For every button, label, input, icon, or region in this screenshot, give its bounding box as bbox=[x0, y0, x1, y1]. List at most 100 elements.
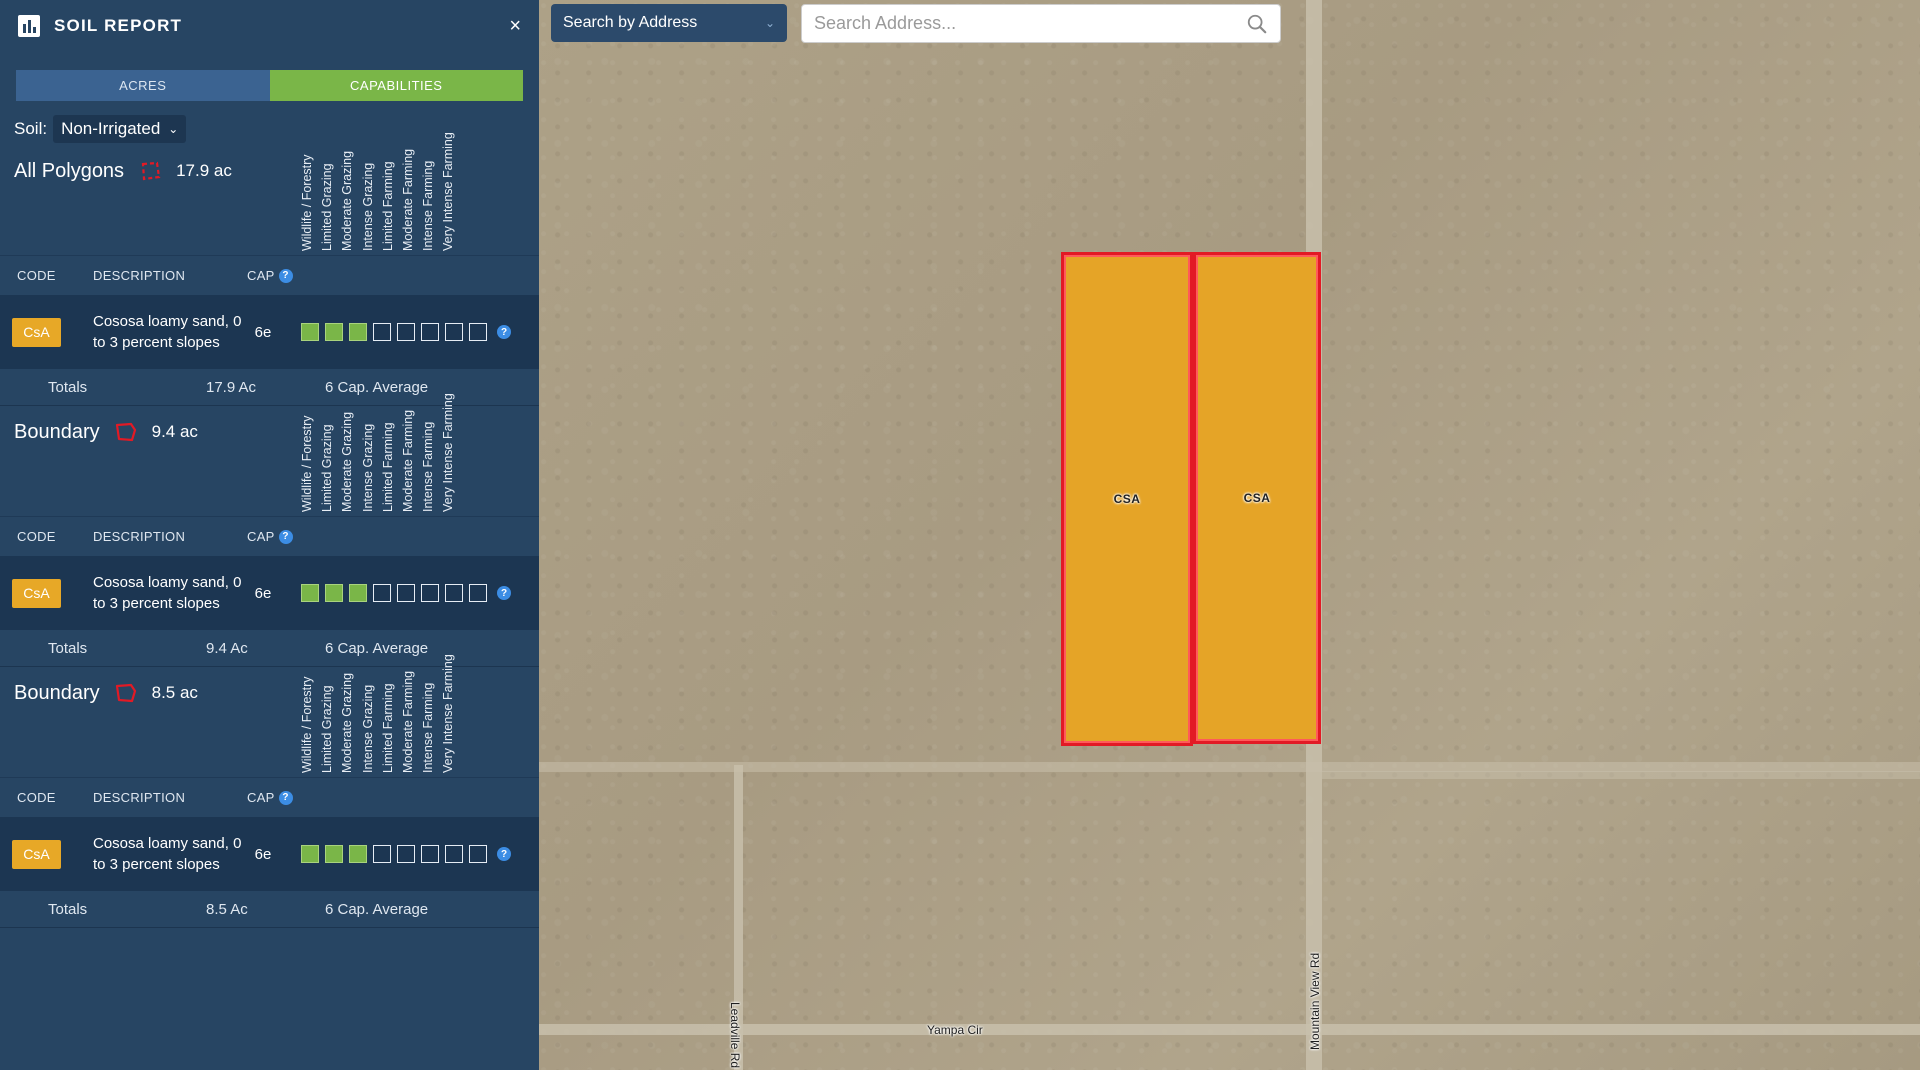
capability-column-header: Limited Farming bbox=[380, 683, 395, 773]
capability-box bbox=[421, 323, 439, 341]
soil-label: Soil: bbox=[14, 119, 48, 138]
capability-column-header: Very Intense Farming bbox=[441, 393, 456, 512]
capability-box bbox=[469, 323, 487, 341]
help-icon[interactable]: ? bbox=[497, 586, 511, 600]
tab-capabilities[interactable]: CAPABILITIES bbox=[269, 70, 523, 101]
capability-box bbox=[373, 845, 391, 863]
capability-column-header: Intense Grazing bbox=[360, 684, 375, 773]
soil-code-badge: CsA bbox=[12, 317, 61, 347]
soil-type-dropdown[interactable]: Non-Irrigated ⌄ bbox=[53, 115, 187, 143]
capability-box bbox=[397, 584, 415, 602]
capability-box bbox=[325, 323, 343, 341]
col-cap-label: CAP bbox=[247, 790, 275, 805]
soil-cap-value: 6e bbox=[254, 323, 272, 341]
soil-group: Boundary 8.5 ac Wildlife / Forestry Limit… bbox=[0, 654, 539, 928]
parcel-polygon[interactable]: CSA bbox=[1061, 252, 1193, 746]
help-icon[interactable]: ? bbox=[497, 325, 511, 339]
soil-row: CsA Cososa loamy sand, 0 to 3 percent sl… bbox=[0, 817, 539, 891]
totals-label: Totals bbox=[48, 378, 88, 396]
capability-box bbox=[421, 584, 439, 602]
soil-group: All Polygons 17.9 ac Wildlife / Forestry… bbox=[0, 132, 539, 406]
capability-column-header: Wildlife / Forestry bbox=[300, 154, 314, 251]
panel-header: SOIL REPORT × bbox=[0, 0, 539, 52]
panel-title: SOIL REPORT bbox=[54, 16, 183, 35]
search-mode-dropdown[interactable]: Search by Address ⌄ bbox=[551, 4, 787, 42]
totals-label: Totals bbox=[48, 639, 88, 657]
capability-column-header: Wildlife / Forestry bbox=[300, 676, 314, 773]
capability-column-header: Moderate Grazing bbox=[340, 150, 355, 251]
soil-report-panel: SOIL REPORT × ACRES CAPABILITIES Soil: N… bbox=[0, 0, 539, 1070]
column-headers: CODE DESCRIPTION CAP ? bbox=[0, 777, 539, 817]
soil-row: CsA Cososa loamy sand, 0 to 3 percent sl… bbox=[0, 556, 539, 630]
column-headers: CODE DESCRIPTION CAP ? bbox=[0, 516, 539, 556]
col-description: DESCRIPTION bbox=[93, 529, 186, 544]
capability-box bbox=[301, 584, 319, 602]
soil-cap-value: 6e bbox=[254, 584, 272, 602]
capability-column-header: Intense Farming bbox=[421, 421, 436, 512]
capability-column-header: Moderate Farming bbox=[401, 148, 415, 251]
capability-box bbox=[469, 584, 487, 602]
street-label-mountain: Mountain View Rd bbox=[1308, 952, 1322, 1050]
capability-column-header: Moderate Farming bbox=[401, 670, 415, 773]
soil-group: Boundary 9.4 ac Wildlife / Forestry Limit… bbox=[0, 393, 539, 667]
report-tabs: ACRES CAPABILITIES bbox=[16, 70, 523, 101]
capability-box bbox=[349, 323, 367, 341]
capability-column-header: Wildlife / Forestry bbox=[300, 415, 314, 512]
help-icon[interactable]: ? bbox=[278, 268, 293, 283]
capability-column-header: Limited Grazing bbox=[320, 424, 335, 512]
group-header: Boundary 9.4 ac Wildlife / Forestry Limit… bbox=[0, 393, 539, 516]
capability-box bbox=[445, 584, 463, 602]
capability-column-header: Intense Farming bbox=[421, 160, 436, 251]
capability-column-header: Limited Grazing bbox=[320, 163, 335, 251]
group-acres: 8.5 ac bbox=[151, 683, 198, 702]
capability-boxes bbox=[301, 323, 487, 341]
col-cap-label: CAP bbox=[247, 268, 275, 283]
capability-box bbox=[373, 323, 391, 341]
search-input[interactable] bbox=[814, 13, 1246, 34]
capability-box bbox=[301, 845, 319, 863]
close-icon[interactable]: × bbox=[509, 16, 521, 36]
soil-description: Cososa loamy sand, 0 to 3 percent slopes bbox=[93, 313, 242, 351]
capability-box bbox=[445, 845, 463, 863]
soil-description: Cososa loamy sand, 0 to 3 percent slopes bbox=[93, 574, 242, 612]
tab-acres[interactable]: ACRES bbox=[16, 70, 270, 101]
capability-column-header: Limited Farming bbox=[380, 161, 395, 251]
soil-groups: All Polygons 17.9 ac Wildlife / Forestry… bbox=[0, 132, 539, 928]
all-polygons-icon bbox=[141, 161, 161, 181]
road bbox=[1322, 771, 1920, 779]
col-code: CODE bbox=[17, 790, 56, 805]
capability-headers: Wildlife / Forestry Limited Grazing Modera… bbox=[300, 393, 500, 512]
capability-boxes bbox=[301, 584, 487, 602]
chevron-down-icon: ⌄ bbox=[168, 122, 179, 136]
capability-box bbox=[445, 323, 463, 341]
capability-box bbox=[325, 845, 343, 863]
help-icon[interactable]: ? bbox=[278, 790, 293, 805]
group-name: All Polygons bbox=[14, 159, 125, 182]
column-headers: CODE DESCRIPTION CAP ? bbox=[0, 255, 539, 295]
capability-column-header: Limited Farming bbox=[380, 422, 395, 512]
boundary-polygon-icon bbox=[115, 683, 136, 703]
parcel-label: CSA bbox=[1243, 491, 1271, 505]
search-address-box[interactable] bbox=[801, 4, 1281, 43]
col-cap: CAP ? bbox=[247, 268, 293, 283]
capability-box bbox=[349, 584, 367, 602]
capability-column-header: Intense Grazing bbox=[360, 162, 375, 251]
soil-type-value: Non-Irrigated bbox=[61, 119, 161, 138]
map-view[interactable]: CSA CSA Yampa Cir Leadville Rd Mountain … bbox=[539, 0, 1920, 1070]
totals-average: 6 Cap. Average bbox=[325, 639, 429, 657]
help-icon[interactable]: ? bbox=[497, 847, 511, 861]
parcel-polygon[interactable]: CSA bbox=[1193, 252, 1321, 744]
capability-box bbox=[373, 584, 391, 602]
col-cap: CAP ? bbox=[247, 790, 293, 805]
capability-box bbox=[301, 323, 319, 341]
parcel-label: CSA bbox=[1113, 492, 1141, 506]
help-icon[interactable]: ? bbox=[278, 529, 293, 544]
col-description: DESCRIPTION bbox=[93, 268, 186, 283]
soil-cap-value: 6e bbox=[254, 845, 272, 863]
capability-column-header: Intense Grazing bbox=[360, 423, 375, 512]
street-label-leadville: Leadville Rd bbox=[728, 1002, 742, 1069]
capability-box bbox=[349, 845, 367, 863]
totals-row: Totals 8.5 Ac 6 Cap. Average bbox=[0, 891, 539, 927]
group-name: Boundary bbox=[14, 681, 100, 704]
search-icon[interactable] bbox=[1246, 13, 1268, 35]
